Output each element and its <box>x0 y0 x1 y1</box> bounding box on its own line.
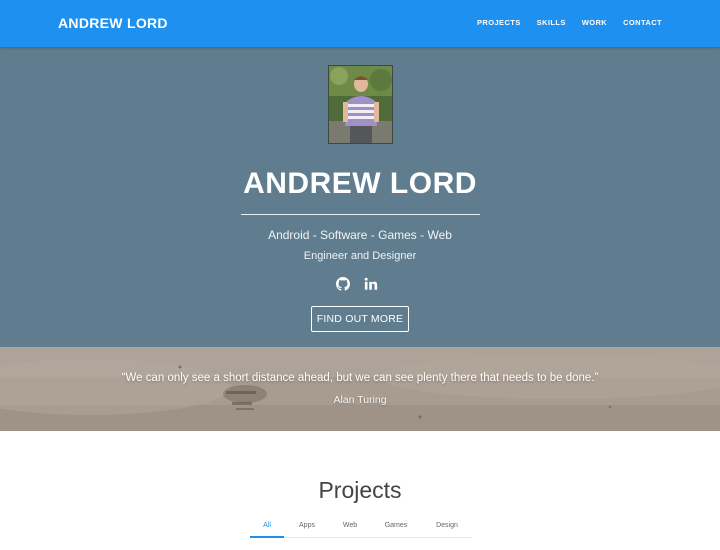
profile-photo <box>328 65 393 144</box>
tab-apps[interactable]: Apps <box>284 517 330 538</box>
tab-games[interactable]: Games <box>370 517 422 538</box>
linkedin-icon[interactable] <box>364 277 378 291</box>
tab-design[interactable]: Design <box>422 517 472 538</box>
hero-section: ANDREW LORD Android - Software - Games -… <box>0 47 720 347</box>
nav-link-skills[interactable]: SKILLS <box>537 18 566 27</box>
brand-link[interactable]: ANDREW LORD <box>58 15 168 31</box>
tab-web[interactable]: Web <box>330 517 370 538</box>
find-out-more-button[interactable]: FIND OUT MORE <box>311 306 409 332</box>
nav-link-projects[interactable]: PROJECTS <box>477 18 521 27</box>
hero-subtitle: Engineer and Designer <box>303 250 417 262</box>
top-navbar: ANDREW LORD PROJECTS SKILLS WORK CONTACT <box>0 0 720 47</box>
hero-title: ANDREW LORD <box>243 167 477 200</box>
nav-links: PROJECTS SKILLS WORK CONTACT <box>477 18 662 27</box>
quote-text: “We can only see a short distance ahead,… <box>121 372 599 384</box>
hero-tagline: Android - Software - Games - Web <box>268 228 452 242</box>
projects-heading: Projects <box>318 477 402 503</box>
nav-link-work[interactable]: WORK <box>582 18 607 27</box>
nav-link-contact[interactable]: CONTACT <box>623 18 662 27</box>
sand-background-image <box>0 347 720 431</box>
quote-author: Alan Turing <box>333 394 387 406</box>
social-links <box>336 277 378 291</box>
hero-divider <box>241 214 480 215</box>
tab-all[interactable]: All <box>250 517 284 538</box>
quote-banner: “We can only see a short distance ahead,… <box>0 347 720 431</box>
github-icon[interactable] <box>336 277 350 291</box>
projects-filter-tabs: All Apps Web Games Design <box>250 517 472 538</box>
